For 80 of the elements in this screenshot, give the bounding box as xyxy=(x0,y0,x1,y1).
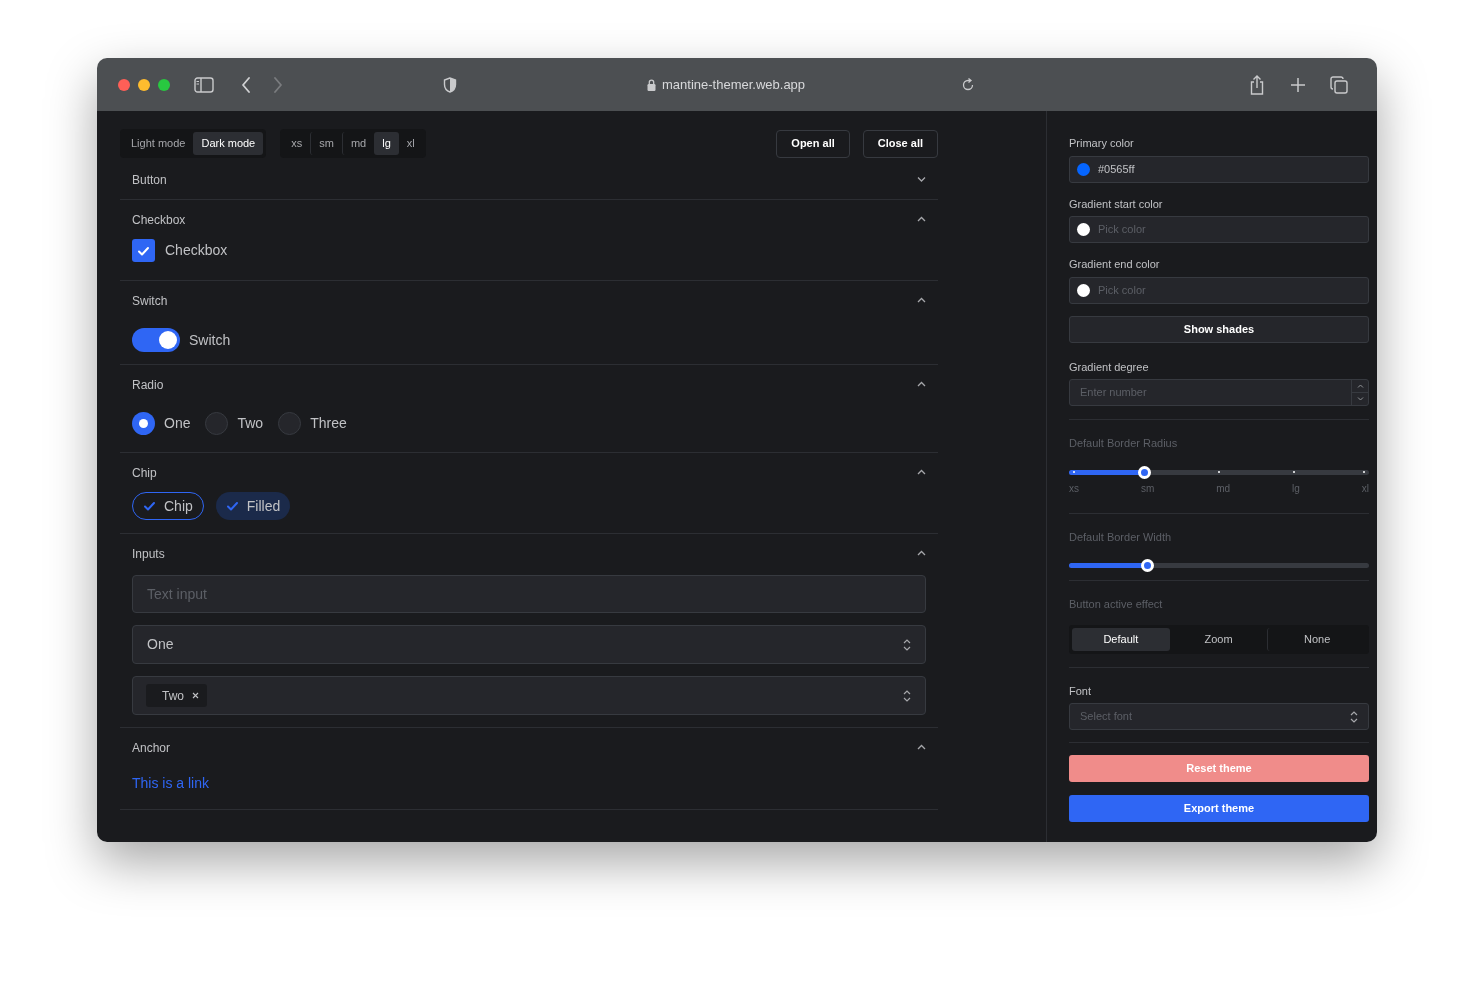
sidebar-icon[interactable] xyxy=(194,76,214,93)
tabs-overview-icon[interactable] xyxy=(1330,75,1349,94)
field-label: Font xyxy=(1069,683,1092,699)
shield-icon[interactable] xyxy=(443,76,457,93)
slider-mark-label: xl xyxy=(1361,481,1369,496)
segment-tab[interactable]: lg xyxy=(374,132,399,155)
chevron-updown-icon xyxy=(1350,710,1358,723)
chip[interactable]: Filled xyxy=(215,492,291,520)
check-icon xyxy=(137,244,150,257)
accordion-header[interactable]: Button xyxy=(120,160,938,199)
section-title: Radio xyxy=(132,376,164,394)
section-title: Anchor xyxy=(132,739,171,757)
color-input-field[interactable]: #0565ff xyxy=(1069,155,1369,183)
toggle-switch[interactable] xyxy=(132,328,180,352)
field-label: Gradient degree xyxy=(1069,359,1150,375)
accordion-header[interactable]: Anchor xyxy=(120,728,938,767)
segment-tab[interactable]: xs xyxy=(283,132,311,155)
section-title: Switch xyxy=(132,292,168,310)
field-label: Gradient start color xyxy=(1069,196,1164,212)
close-all-button[interactable]: Close all xyxy=(862,129,938,158)
minimize-button[interactable] xyxy=(138,78,150,91)
lock-icon xyxy=(647,78,656,91)
back-icon[interactable] xyxy=(241,76,251,93)
chevron-updown-icon xyxy=(903,689,911,702)
show-shades-button[interactable]: Show shades xyxy=(1069,315,1369,343)
switch-label: Switch xyxy=(189,330,231,350)
accordion-header[interactable]: Chip xyxy=(120,453,938,492)
segment-tab[interactable]: Light mode xyxy=(123,132,194,155)
chevron-down-icon xyxy=(1356,397,1364,401)
section-title: Chip xyxy=(132,464,157,482)
accordion-header[interactable]: Switch xyxy=(120,281,938,320)
accordion-header[interactable]: Checkbox xyxy=(120,200,938,239)
slider-mark-label: sm xyxy=(1140,481,1155,496)
chevron-up-icon xyxy=(1356,384,1364,388)
color-swatch xyxy=(1077,223,1090,236)
checkbox[interactable] xyxy=(132,239,155,262)
chevron-updown-icon xyxy=(903,638,911,651)
reload-icon[interactable] xyxy=(961,77,976,92)
radio-button[interactable] xyxy=(132,412,155,435)
radio-label: One xyxy=(164,414,191,433)
radio-button[interactable] xyxy=(205,412,229,435)
multiselect-field[interactable]: Two xyxy=(132,676,926,715)
placeholder: Select font xyxy=(1080,709,1132,725)
slider-mark-label: xs xyxy=(1069,481,1079,496)
text-input-field[interactable]: Text input xyxy=(132,575,926,613)
checkbox-label: Checkbox xyxy=(165,241,228,260)
close-button[interactable] xyxy=(118,78,130,91)
tag-label: Two xyxy=(162,687,184,705)
close-icon[interactable] xyxy=(192,692,199,699)
color-swatch xyxy=(1077,283,1090,297)
radio-label: Two xyxy=(237,414,264,433)
link[interactable]: This is a link xyxy=(132,775,210,791)
zoom-button[interactable] xyxy=(158,78,170,91)
accordion-header[interactable]: Radio xyxy=(120,365,938,404)
section-title: Button xyxy=(132,171,167,189)
field-label: Gradient end color xyxy=(1069,257,1161,272)
field-label: Button active effect xyxy=(1069,597,1164,612)
placeholder: Enter number xyxy=(1079,385,1148,401)
accordion-header[interactable]: Inputs xyxy=(120,534,938,573)
section-title: Checkbox xyxy=(132,211,186,229)
segment-tab[interactable]: xl xyxy=(398,132,423,155)
select-field[interactable]: One xyxy=(132,625,926,664)
slider-mark-label: lg xyxy=(1292,481,1300,496)
check-icon xyxy=(143,500,156,512)
field-value: #0565ff xyxy=(1098,161,1135,177)
share-icon[interactable] xyxy=(1249,74,1266,95)
export-theme-button[interactable]: Export theme xyxy=(1069,795,1369,822)
field-label: Default Border Radius xyxy=(1069,436,1179,451)
segment-tab[interactable]: Dark mode xyxy=(193,132,264,155)
open-all-button[interactable]: Open all xyxy=(776,129,850,158)
new-tab-icon[interactable] xyxy=(1290,76,1307,93)
field-label: Default Border Width xyxy=(1069,529,1173,545)
radio-label: Three xyxy=(310,414,347,433)
check-icon xyxy=(225,500,239,512)
slider-mark-label: md xyxy=(1216,481,1231,496)
address-bar[interactable]: mantine-themer.web.app xyxy=(662,74,806,95)
field-label: Primary color xyxy=(1069,136,1135,151)
section-title: Inputs xyxy=(132,545,165,563)
segment-tab[interactable]: sm xyxy=(310,132,342,155)
radio-button[interactable] xyxy=(278,412,302,435)
